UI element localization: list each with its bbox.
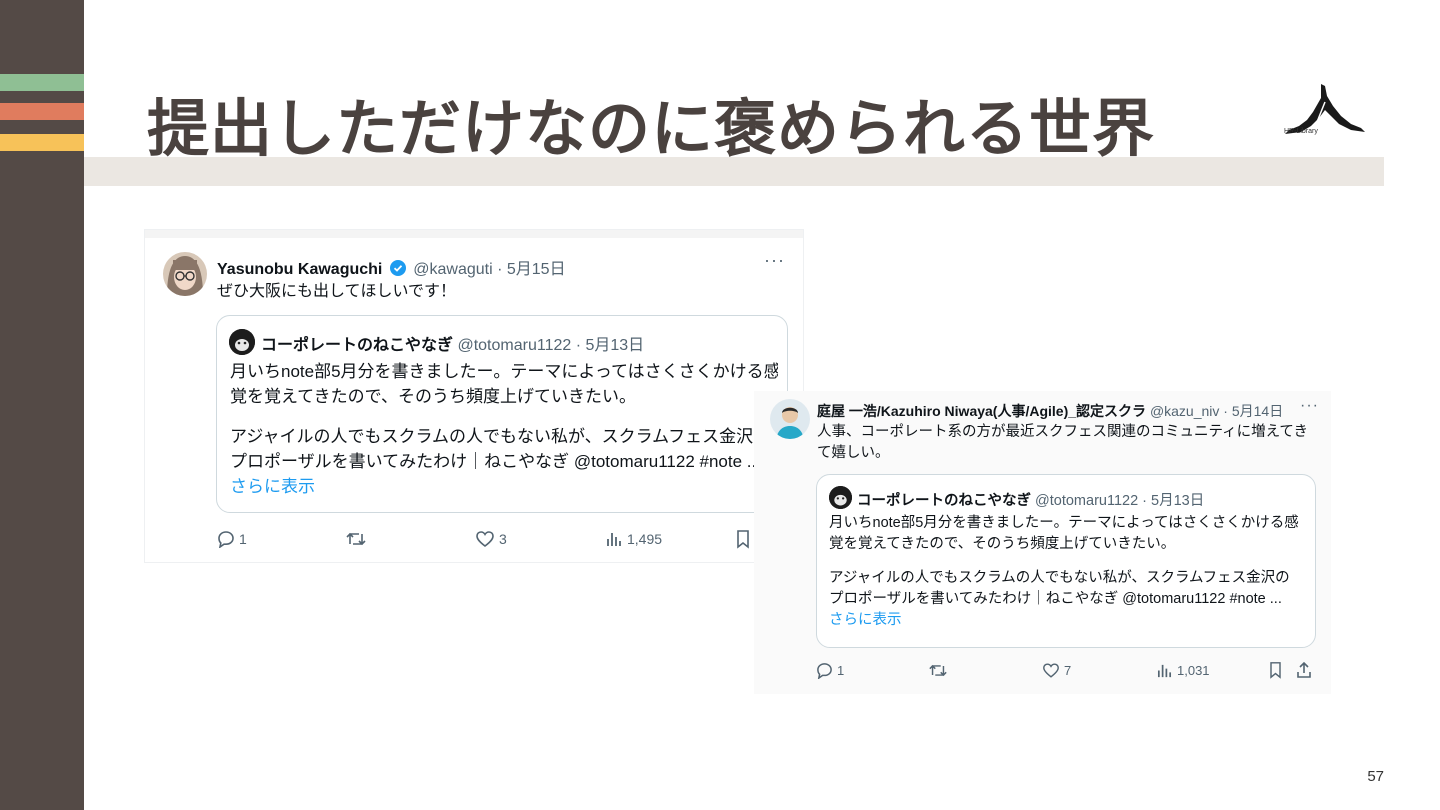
- more-options-icon[interactable]: ···: [1300, 397, 1319, 415]
- quote-handle-and-date[interactable]: @totomaru1122 · 5月13日: [457, 337, 644, 354]
- reply-button[interactable]: 1: [816, 662, 844, 679]
- verified-badge-icon: [389, 260, 406, 276]
- quote-line: 月いちnote部5月分を書きましたー。テーマによってはさくさくかける感: [829, 515, 1299, 531]
- tweet-text-line: 人事、コーポレート系の方が最近スクフェス関連のコミュニティに増えてき: [817, 424, 1308, 440]
- avatar[interactable]: [770, 399, 810, 439]
- like-count: 3: [499, 531, 507, 547]
- show-more-link[interactable]: さらに表示: [829, 610, 1309, 631]
- quote-avatar[interactable]: [829, 486, 852, 509]
- avatar[interactable]: [163, 252, 207, 296]
- quote-line: プロポーザルを書いてみたわけ｜ねこやなぎ @totomaru1122 #note…: [829, 591, 1282, 608]
- like-button[interactable]: 7: [1042, 662, 1071, 679]
- more-options-icon[interactable]: ···: [764, 250, 785, 271]
- reply-count: 1: [837, 662, 845, 678]
- quote-author-name[interactable]: コーポレートのねこやなぎ: [857, 493, 1031, 509]
- views-button[interactable]: 1,031: [1156, 662, 1210, 679]
- bookmark-icon: [737, 530, 749, 549]
- quote-line: プロポーザルを書いてみたわけ｜ねこやなぎ @totomaru1122 #note…: [230, 451, 761, 471]
- stripe-green: [0, 74, 84, 91]
- view-count: 1,031: [1177, 662, 1210, 678]
- views-icon: [607, 533, 621, 546]
- retweet-icon: [929, 664, 947, 676]
- like-count: 7: [1064, 662, 1072, 678]
- retweet-button[interactable]: [345, 530, 367, 548]
- tweet-header: 庭屋 一浩/Kazuhiro Niwaya(人事/Agile)_認定スクラ @k…: [817, 401, 1283, 421]
- handle-and-date[interactable]: @kazu_niv · 5月14日: [1150, 403, 1283, 419]
- page-number: 57: [1367, 768, 1384, 785]
- action-bar: 1 7 1,031: [816, 659, 1316, 681]
- quote-text: 月いちnote部5月分を書きましたー。テーマによってはさくさくかける感 覚を覚え…: [829, 513, 1309, 631]
- tweet-text-line: て嬉しい。: [817, 445, 890, 462]
- heart-icon: [476, 531, 494, 548]
- views-icon: [1157, 664, 1172, 677]
- like-button[interactable]: 3: [475, 530, 507, 548]
- reply-count: 1: [239, 531, 247, 547]
- bookmark-icon: [1270, 662, 1281, 679]
- bookmark-button[interactable]: [1268, 661, 1283, 679]
- quote-handle-and-date[interactable]: @totomaru1122 · 5月13日: [1035, 493, 1204, 509]
- sidebar-decoration: [0, 0, 84, 810]
- quote-text: 月いちnote部5月分を書きましたー。テーマによってはさくさくかける感 覚を覚え…: [230, 360, 778, 499]
- quote-header: コーポレートのねこやなぎ @totomaru1122 · 5月13日: [857, 489, 1204, 510]
- show-more-link[interactable]: さらに表示: [230, 475, 778, 500]
- stripe-orange: [0, 103, 84, 120]
- view-count: 1,495: [627, 531, 663, 547]
- handle-and-date[interactable]: @kawaguti · 5月15日: [413, 261, 565, 278]
- share-icon: [1297, 661, 1311, 678]
- quote-line: 月いちnote部5月分を書きましたー。テーマによってはさくさくかける感: [230, 362, 778, 381]
- tweet-text: ぜひ大阪にも出してほしいです！: [217, 283, 457, 300]
- action-bar: 1 3 1,495: [217, 527, 777, 551]
- logo-text: HR-Library: [1284, 128, 1318, 135]
- author-name[interactable]: 庭屋 一浩/Kazuhiro Niwaya(人事/Agile)_認定スクラ: [817, 403, 1146, 419]
- slide-title: 提出しただけなのに褒められる世界: [147, 92, 1156, 165]
- card-top-strip: [145, 230, 803, 238]
- quoted-tweet[interactable]: コーポレートのねこやなぎ @totomaru1122 · 5月13日 月いちno…: [216, 315, 788, 513]
- reply-icon: [218, 531, 234, 548]
- heart-icon: [1043, 662, 1059, 678]
- quote-author-name[interactable]: コーポレートのねこやなぎ: [261, 337, 453, 354]
- tweet-card-kawaguchi[interactable]: Yasunobu Kawaguchi @kawaguti · 5月15日 ···…: [144, 229, 804, 563]
- quote-line: アジャイルの人でもスクラムの人でもない私が、スクラムフェス金沢の: [829, 570, 1290, 587]
- quote-line: 覚を覚えてきたので、そのうち頻度上げていきたい。: [829, 536, 1176, 553]
- quote-line: 覚を覚えてきたので、そのうち頻度上げていきたい。: [230, 386, 636, 406]
- tweet-text: 人事、コーポレート系の方が最近スクフェス関連のコミュニティに増えてき て嬉しい。: [817, 422, 1317, 464]
- quote-line: アジャイルの人でもスクラムの人でもない私が、スクラムフェス金沢の: [230, 427, 771, 447]
- quote-header: コーポレートのねこやなぎ @totomaru1122 · 5月13日: [261, 331, 644, 355]
- tweet-card-niwaya[interactable]: 庭屋 一浩/Kazuhiro Niwaya(人事/Agile)_認定スクラ @k…: [754, 391, 1331, 694]
- author-name[interactable]: Yasunobu Kawaguchi: [217, 261, 382, 278]
- views-button[interactable]: 1,495: [605, 530, 662, 548]
- reply-icon: [817, 662, 832, 679]
- share-button[interactable]: [1296, 661, 1312, 679]
- quote-avatar[interactable]: [229, 329, 255, 355]
- reply-button[interactable]: 1: [217, 530, 247, 548]
- tweet-header: Yasunobu Kawaguchi @kawaguti · 5月15日: [217, 255, 566, 279]
- stripe-yellow: [0, 134, 84, 151]
- retweet-icon: [346, 532, 366, 546]
- quoted-tweet[interactable]: コーポレートのねこやなぎ @totomaru1122 · 5月13日 月いちno…: [816, 474, 1316, 648]
- retweet-button[interactable]: [928, 662, 948, 679]
- bookmark-button[interactable]: [735, 529, 751, 549]
